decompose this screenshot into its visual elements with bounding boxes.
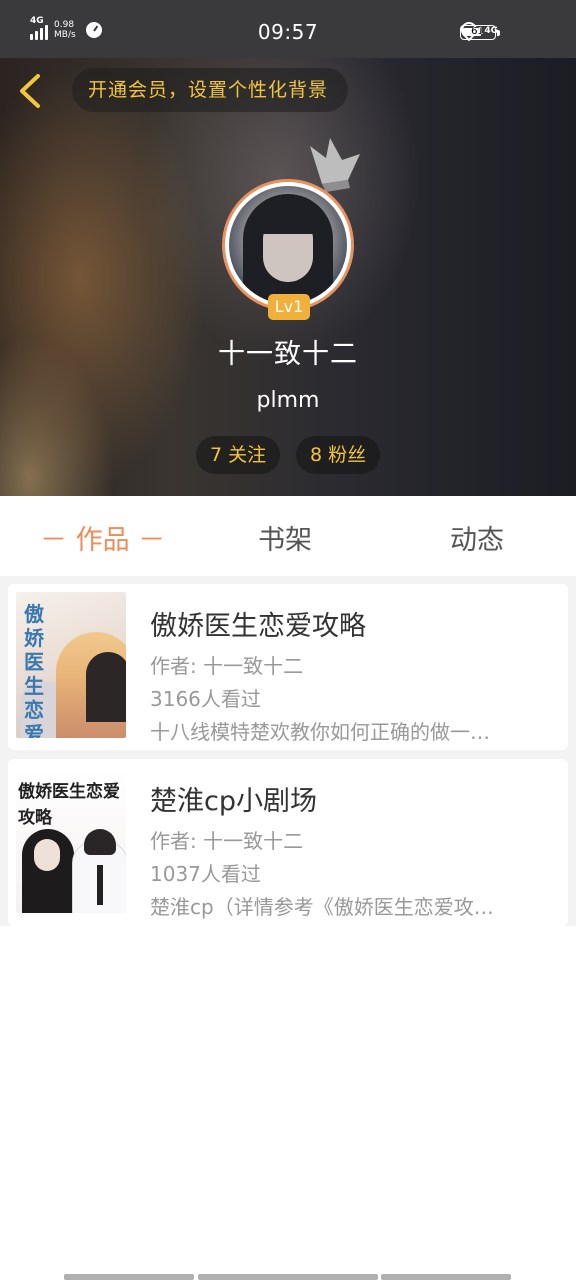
work-views: 1037人看过 bbox=[150, 862, 261, 886]
work-description: 十八线模特楚欢教你如何正确的做一… bbox=[150, 720, 490, 744]
cover-title: 傲娇医生恋爱攻略 bbox=[18, 782, 120, 828]
work-item[interactable]: 傲娇医生恋爱攻略 傲娇医生恋爱攻略 作者: 十一致十二 3166人看过 十八线模… bbox=[8, 584, 568, 750]
work-title: 傲娇医生恋爱攻略 bbox=[150, 611, 366, 642]
battery-percent: 61 bbox=[471, 26, 484, 37]
work-item[interactable]: 傲娇医生恋爱攻略 楚淮cp小剧场 作者: 十一致十二 1037人看过 楚淮cp（… bbox=[8, 759, 568, 926]
chevron-left-icon bbox=[20, 74, 40, 108]
cover-title: 傲娇医生恋爱攻略 bbox=[24, 602, 44, 738]
book-cover: 傲娇医生恋爱攻略 bbox=[16, 769, 126, 913]
profile-header: 开通会员，设置个性化背景 Lv1 十一致十二 plmm 7 关注 8 粉丝 bbox=[0, 58, 576, 496]
user-nickname: 十一致十二 bbox=[218, 339, 358, 370]
nav-handle-left bbox=[64, 1274, 194, 1280]
work-views: 3166人看过 bbox=[150, 687, 261, 711]
battery-icon: 61 bbox=[460, 25, 496, 40]
user-signature: plmm bbox=[256, 388, 320, 413]
nav-handle-right bbox=[381, 1274, 511, 1280]
vip-background-button[interactable]: 开通会员，设置个性化背景 bbox=[72, 68, 349, 112]
nav-handle-center bbox=[198, 1274, 378, 1280]
tab-moments[interactable]: 动态 bbox=[450, 518, 504, 557]
avatar-image bbox=[229, 186, 347, 304]
work-description: 楚淮cp（详情参考《傲娇医生恋爱攻… bbox=[150, 895, 494, 919]
tab-bookshelf[interactable]: 书架 bbox=[258, 518, 312, 557]
work-title: 楚淮cp小剧场 bbox=[150, 786, 317, 817]
work-author: 作者: 十一致十二 bbox=[150, 654, 304, 678]
back-button[interactable] bbox=[14, 72, 50, 110]
battery-cap bbox=[497, 30, 500, 36]
following-count-button[interactable]: 7 关注 bbox=[196, 436, 281, 474]
status-bar: 4G 0.98 MB/s 09:57 4G 61 bbox=[0, 0, 576, 58]
level-badge: Lv1 bbox=[268, 294, 310, 320]
work-author: 作者: 十一致十二 bbox=[150, 829, 304, 853]
profile-tabs: － 作品 － 书架 动态 bbox=[0, 496, 576, 576]
book-cover: 傲娇医生恋爱攻略 bbox=[16, 592, 126, 738]
fans-count-button[interactable]: 8 粉丝 bbox=[296, 436, 381, 474]
avatar[interactable] bbox=[222, 179, 354, 311]
tab-works[interactable]: － 作品 － bbox=[40, 518, 165, 557]
